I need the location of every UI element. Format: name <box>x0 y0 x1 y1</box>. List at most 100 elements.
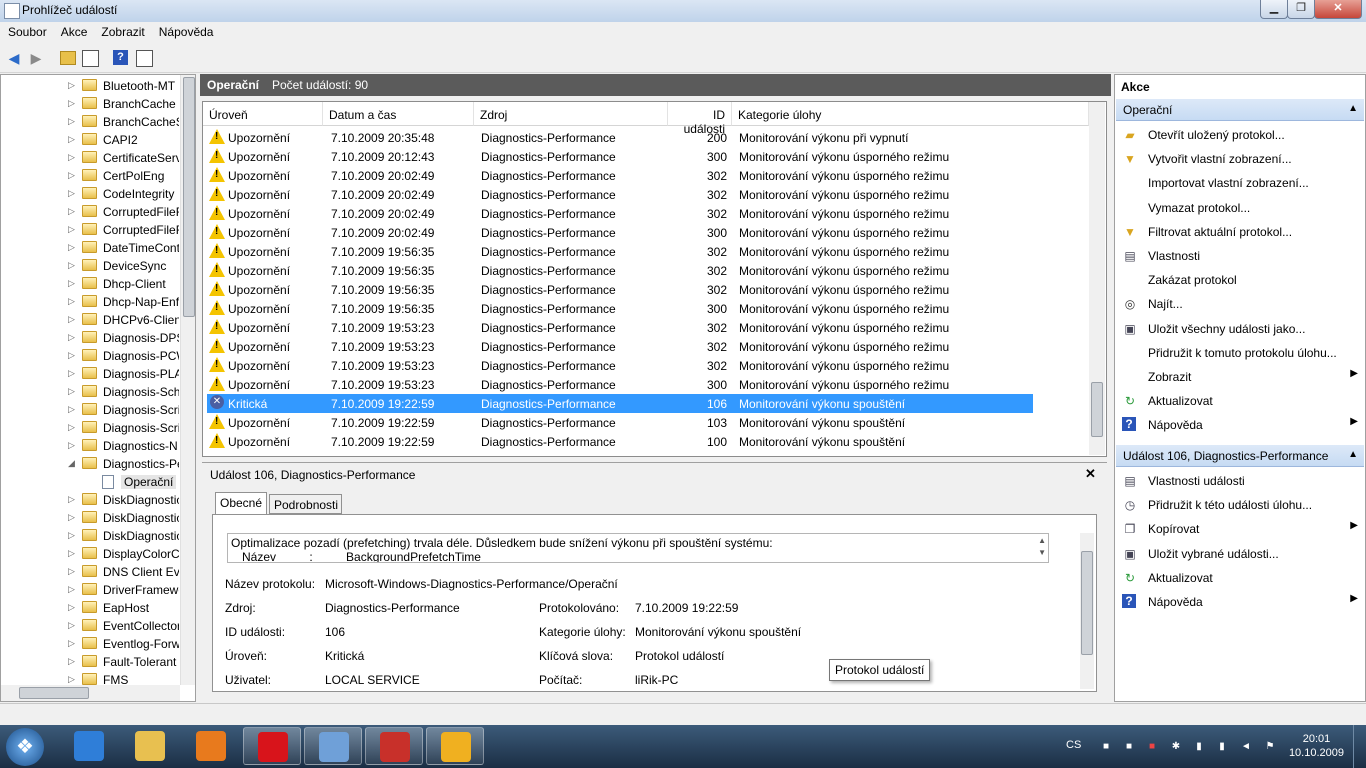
tree-horizontal-scrollbar[interactable] <box>1 685 180 701</box>
taskbar-app-button[interactable] <box>304 727 362 765</box>
event-row[interactable]: Upozornění 7.10.2009 19:56:35 Diagnostics-… <box>207 299 1033 318</box>
tab-general[interactable]: Obecné <box>215 492 267 514</box>
column-header-task-category[interactable]: Kategorie úlohy <box>732 102 1089 126</box>
collapsed-arrow-icon[interactable]: ▷ <box>68 548 75 559</box>
collapsed-arrow-icon[interactable]: ▷ <box>68 296 75 307</box>
action-item[interactable]: ▼ Filtrovat aktuální protokol... <box>1116 220 1364 243</box>
up-folder-icon[interactable] <box>60 51 76 65</box>
action-center-icon[interactable]: ■ <box>1146 741 1158 753</box>
column-header-event-id[interactable]: ID události <box>668 102 732 136</box>
menu-soubor[interactable]: Soubor <box>2 22 53 39</box>
tree-item[interactable]: ▷ Fault-Tolerant <box>1 653 181 671</box>
network-icon[interactable]: ■ <box>1100 741 1112 753</box>
event-row[interactable]: Upozornění 7.10.2009 19:22:59 Diagnostics-… <box>207 413 1033 432</box>
action-item[interactable]: ▤ Vlastnosti události <box>1116 469 1364 492</box>
collapsed-arrow-icon[interactable]: ▷ <box>68 512 75 523</box>
event-row[interactable]: Upozornění 7.10.2009 20:35:48 Diagnostics-… <box>207 128 1033 147</box>
event-row[interactable]: Upozornění 7.10.2009 19:53:23 Diagnostics-… <box>207 337 1033 356</box>
column-header-source[interactable]: Zdroj <box>474 102 668 126</box>
collapsed-arrow-icon[interactable]: ▷ <box>68 422 75 433</box>
signal-icon[interactable]: ▮ <box>1216 741 1228 753</box>
menu-zobrazit[interactable]: Zobrazit <box>95 22 150 39</box>
action-item[interactable]: ▰ Otevřít uložený protokol... <box>1116 123 1364 146</box>
event-row[interactable]: Upozornění 7.10.2009 19:53:23 Diagnostics-… <box>207 356 1033 375</box>
tree-item[interactable]: ▷ Dhcp-Client <box>1 275 181 293</box>
tree-item[interactable]: ▷ CertPolEng <box>1 167 181 185</box>
collapsed-arrow-icon[interactable]: ▷ <box>68 620 75 631</box>
tree-item[interactable]: ▷ DiskDiagnostic <box>1 491 181 509</box>
tree-item[interactable]: ▷ Diagnosis-Scri <box>1 419 181 437</box>
tree-item[interactable]: ▷ DateTimeCont <box>1 239 181 257</box>
actions-section-event[interactable]: Událost 106, Diagnostics-Performance ▲ <box>1116 445 1364 467</box>
collapsed-arrow-icon[interactable]: ▷ <box>68 242 75 253</box>
collapsed-arrow-icon[interactable]: ▷ <box>68 638 75 649</box>
flag-icon[interactable]: ⚑ <box>1264 741 1276 753</box>
collapsed-arrow-icon[interactable]: ▷ <box>68 152 75 163</box>
tree-item-selected[interactable]: Operační <box>1 473 181 491</box>
tree-item[interactable]: ▷ Diagnosis-Sch <box>1 383 181 401</box>
collapsed-arrow-icon[interactable]: ▷ <box>68 278 75 289</box>
event-row[interactable]: ✕ Kritická 7.10.2009 19:22:59 Diagnostics-P… <box>207 394 1033 413</box>
collapsed-arrow-icon[interactable]: ▷ <box>68 314 75 325</box>
collapsed-arrow-icon[interactable]: ▷ <box>68 116 75 127</box>
show-hide-action-pane-icon[interactable] <box>136 50 153 67</box>
collapsed-arrow-icon[interactable]: ▷ <box>68 566 75 577</box>
tree-item[interactable]: ▷ Eventlog-Forw <box>1 635 181 653</box>
collapsed-arrow-icon[interactable]: ▷ <box>68 656 75 667</box>
tree-item[interactable]: ▷ Diagnostics-N <box>1 437 181 455</box>
tree-item[interactable]: ▷ Diagnosis-PCW <box>1 347 181 365</box>
event-row[interactable]: Upozornění 7.10.2009 20:02:49 Diagnostics-… <box>207 185 1033 204</box>
taskbar-app-button[interactable] <box>426 727 484 765</box>
tree-item[interactable]: ▷ Bluetooth-MT <box>1 77 181 95</box>
collapsed-arrow-icon[interactable]: ▷ <box>68 602 75 613</box>
forward-arrow-icon[interactable]: ▶ <box>26 48 46 68</box>
collapsed-arrow-icon[interactable]: ▷ <box>68 98 75 109</box>
taskbar-app-button[interactable] <box>182 727 240 765</box>
collapsed-arrow-icon[interactable]: ▷ <box>68 170 75 181</box>
events-scroll-thumb[interactable] <box>1091 382 1103 437</box>
collapsed-arrow-icon[interactable]: ▷ <box>68 134 75 145</box>
collapsed-arrow-icon[interactable]: ▷ <box>68 80 75 91</box>
action-item[interactable]: Importovat vlastní zobrazení... <box>1116 171 1364 194</box>
collapsed-arrow-icon[interactable]: ▷ <box>68 404 75 415</box>
tree-item[interactable]: ▷ Diagnosis-Scri <box>1 401 181 419</box>
tree-item[interactable]: ▷ BranchCache <box>1 95 181 113</box>
event-row[interactable]: Upozornění 7.10.2009 19:53:23 Diagnostics-… <box>207 375 1033 394</box>
collapsed-arrow-icon[interactable]: ▷ <box>68 494 75 505</box>
action-item[interactable]: ? Nápověda ▶ <box>1116 590 1364 613</box>
maximize-button[interactable]: ❐ <box>1287 0 1315 19</box>
taskbar-app-button[interactable] <box>121 727 179 765</box>
tree-item[interactable]: ▷ Dhcp-Nap-Enf <box>1 293 181 311</box>
menu-akce[interactable]: Akce <box>55 22 94 39</box>
tree-item[interactable]: ▷ BranchCacheS <box>1 113 181 131</box>
event-row[interactable]: Upozornění 7.10.2009 20:02:49 Diagnostics-… <box>207 204 1033 223</box>
collapsed-arrow-icon[interactable]: ▷ <box>68 368 75 379</box>
collapsed-arrow-icon[interactable]: ▷ <box>68 584 75 595</box>
collapsed-arrow-icon[interactable]: ▷ <box>68 530 75 541</box>
menu-napoveda[interactable]: Nápověda <box>153 22 220 39</box>
collapsed-arrow-icon[interactable]: ▷ <box>68 188 75 199</box>
actions-section-log[interactable]: Operační ▲ <box>1116 99 1364 121</box>
action-item[interactable]: Přidružit k tomuto protokolu úlohu... <box>1116 341 1364 364</box>
collapsed-arrow-icon[interactable]: ▷ <box>68 440 75 451</box>
action-item[interactable]: ↻ Aktualizovat <box>1116 389 1364 412</box>
show-desktop-button[interactable] <box>1353 725 1366 768</box>
tree-item[interactable]: ◢ Diagnostics-Pe <box>1 455 181 473</box>
tree-item[interactable]: ▷ DeviceSync <box>1 257 181 275</box>
tree-item[interactable]: ▷ DriverFramewo <box>1 581 181 599</box>
action-item[interactable]: ◷ Přidružit k této události úlohu... <box>1116 493 1364 516</box>
tree-item[interactable]: ▷ DiskDiagnostic <box>1 527 181 545</box>
tree-item[interactable]: ▷ CAPI2 <box>1 131 181 149</box>
action-item[interactable]: ↻ Aktualizovat <box>1116 566 1364 589</box>
event-row[interactable]: Upozornění 7.10.2009 19:22:59 Diagnostics-… <box>207 432 1033 451</box>
action-item[interactable]: Zobrazit ▶ <box>1116 365 1364 388</box>
close-button[interactable]: ✕ <box>1314 0 1362 19</box>
action-item[interactable]: ▤ Vlastnosti <box>1116 244 1364 267</box>
tree-item[interactable]: ▷ CertificateServ <box>1 149 181 167</box>
event-row[interactable]: Upozornění 7.10.2009 19:56:35 Diagnostics-… <box>207 242 1033 261</box>
tab-details[interactable]: Podrobnosti <box>269 494 342 514</box>
collapsed-arrow-icon[interactable]: ▷ <box>68 386 75 397</box>
action-item[interactable]: ▣ Uložit vybrané události... <box>1116 542 1364 565</box>
tree-hscroll-thumb[interactable] <box>19 687 89 699</box>
detail-close-icon[interactable]: ✕ <box>1085 466 1096 482</box>
